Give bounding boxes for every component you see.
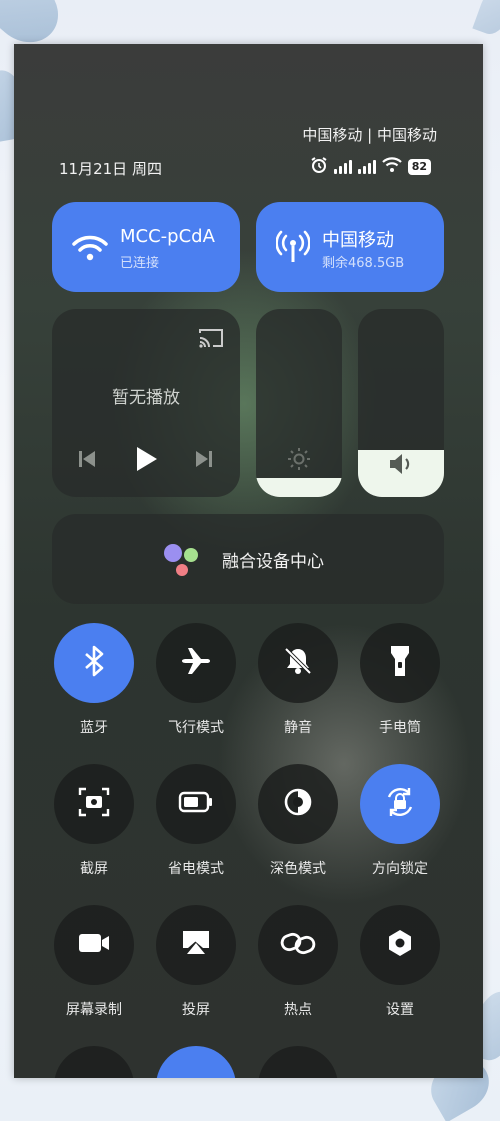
toggle-button-screenshot[interactable] [54, 764, 134, 844]
signal-icon [333, 160, 352, 174]
partial-toggle-button[interactable] [156, 1046, 236, 1078]
device-center-button[interactable]: 融合设备中心 [52, 514, 444, 604]
toggle-label: 截屏 [80, 861, 108, 877]
dark-mode-icon [283, 787, 313, 821]
media-player-tile: 暂无播放 [52, 309, 240, 497]
wifi-network-name: MCC-pCdA [120, 226, 215, 247]
bluetooth-icon [80, 644, 108, 682]
carrier-names: 中国移动 | 中国移动 [302, 126, 437, 144]
status-bar-icons: 82 [310, 156, 431, 178]
toggle-label: 方向锁定 [372, 861, 428, 877]
toggle-button-airplane[interactable] [156, 623, 236, 703]
toggle-label: 静音 [284, 720, 312, 736]
wifi-status: 已连接 [120, 256, 160, 271]
partial-toggle-button[interactable] [54, 1046, 134, 1078]
media-status: 暂无播放 [112, 388, 180, 408]
data-remaining: 剩余468.5GB [322, 256, 405, 271]
toggle-button-settings[interactable] [360, 905, 440, 985]
toggle-button-bluetooth[interactable] [54, 623, 134, 703]
next-track-icon[interactable] [195, 449, 213, 473]
speaker-icon [388, 452, 414, 480]
toggle-button-flashlight[interactable] [360, 623, 440, 703]
signal-icon [357, 160, 376, 174]
toggle-label: 蓝牙 [80, 720, 108, 736]
volume-slider[interactable] [358, 309, 444, 497]
brightness-level-fill [256, 478, 342, 497]
battery-icon [178, 791, 214, 817]
toggle-button-hotspot-link[interactable] [258, 905, 338, 985]
wifi-status-icon [381, 157, 402, 177]
toggle-label: 深色模式 [270, 861, 326, 877]
sun-icon [287, 447, 311, 475]
control-center-panel: 中国移动 | 中国移动 11月21日 周四 82 MCC-pCdA 已连接 中国… [14, 44, 483, 1078]
flashlight-icon [389, 644, 411, 682]
toggle-button-bell-off[interactable] [258, 623, 338, 703]
toggle-label: 投屏 [182, 1002, 210, 1018]
wifi-icon [72, 234, 108, 266]
video-camera-icon [77, 932, 111, 958]
toggle-button-rotation-lock[interactable] [360, 764, 440, 844]
toggle-label: 手电筒 [379, 720, 421, 736]
previous-track-icon[interactable] [78, 449, 96, 473]
carrier-name: 中国移动 [322, 230, 394, 251]
date-label: 11月21日 周四 [59, 160, 162, 178]
brightness-slider[interactable] [256, 309, 342, 497]
device-center-icon [162, 542, 202, 582]
toggle-label: 热点 [284, 1002, 312, 1018]
mobile-data-tile[interactable]: 中国移动 剩余468.5GB [256, 202, 444, 292]
bell-off-icon [283, 646, 313, 680]
toggle-label: 设置 [386, 1002, 414, 1018]
alarm-icon [310, 156, 328, 178]
toggle-label: 飞行模式 [168, 720, 224, 736]
rotation-lock-icon [383, 785, 417, 823]
hotspot-link-icon [280, 930, 316, 960]
partial-toggle-button[interactable] [258, 1046, 338, 1078]
battery-indicator: 82 [407, 159, 431, 175]
toggle-button-cast-screen[interactable] [156, 905, 236, 985]
toggle-label: 屏幕录制 [66, 1002, 122, 1018]
toggle-label: 省电模式 [168, 861, 224, 877]
toggle-button-battery[interactable] [156, 764, 236, 844]
wifi-tile[interactable]: MCC-pCdA 已连接 [52, 202, 240, 292]
airplane-icon [179, 644, 213, 682]
cast-screen-icon [181, 929, 211, 961]
screenshot-icon [78, 787, 110, 821]
cellular-antenna-icon [275, 230, 311, 268]
settings-icon [386, 928, 414, 962]
toggle-button-video-camera[interactable] [54, 905, 134, 985]
leaf-decoration [472, 0, 500, 39]
play-icon[interactable] [134, 445, 158, 477]
device-center-label: 融合设备中心 [222, 552, 324, 572]
toggle-button-dark-mode[interactable] [258, 764, 338, 844]
cast-icon[interactable] [198, 327, 224, 353]
